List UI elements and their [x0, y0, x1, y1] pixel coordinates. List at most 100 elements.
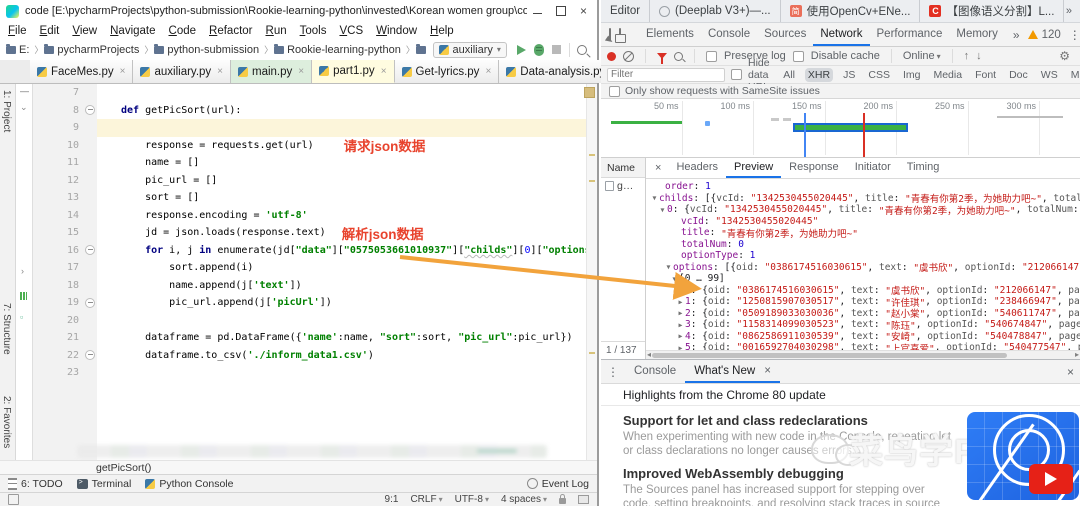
editor-scrollbar[interactable] — [584, 84, 597, 460]
filter-chip-xhr[interactable]: XHR — [804, 67, 834, 82]
menu-item-help[interactable]: Help — [430, 25, 454, 37]
fold-marker[interactable] — [85, 350, 95, 361]
breadcrumb-context-bar[interactable]: getPicSort() — [0, 460, 597, 474]
run-configuration-select[interactable]: auxiliary ▾ — [432, 41, 507, 58]
tab-close-icon[interactable]: × — [485, 66, 491, 77]
tab-overflow[interactable]: » — [1066, 5, 1080, 17]
filter-chip-js[interactable]: JS — [840, 68, 858, 82]
name-column-header[interactable]: Name — [601, 158, 645, 178]
filter-chip-img[interactable]: Img — [900, 68, 924, 82]
request-row[interactable]: g… — [601, 178, 645, 193]
menu-item-run[interactable]: Run — [266, 25, 287, 37]
breadcrumb-item[interactable]: python-submission — [154, 43, 259, 56]
tree-toggle-icon[interactable]: ▶ — [676, 321, 685, 329]
project-panel-collapsed[interactable]: — ⌄ › ▫ — [16, 84, 33, 460]
breadcrumb-item[interactable]: pycharmProjects — [44, 43, 139, 56]
warnings-badge[interactable]: 120 — [1027, 29, 1061, 41]
search-everywhere-button[interactable] — [576, 42, 589, 58]
indent-select[interactable]: 4 spaces ▾ — [501, 494, 547, 505]
menu-item-view[interactable]: View — [72, 25, 97, 37]
json-preview[interactable]: order: 1 ▼ childs: [{vcId: "13425304550204… — [646, 179, 1080, 350]
restore-windows-icon[interactable] — [8, 494, 19, 505]
menu-item-file[interactable]: File — [8, 25, 27, 37]
import-har-icon[interactable]: ↑ — [964, 50, 970, 62]
tab-close-icon[interactable]: × — [298, 66, 304, 77]
fold-marker[interactable] — [85, 245, 95, 256]
filter-chip-font[interactable]: Font — [972, 68, 999, 82]
sidebar-item-project[interactable]: 1: Project — [1, 90, 12, 132]
breadcrumb-item[interactable]: E: — [6, 43, 29, 56]
editor-tab-main-py[interactable]: main.py × — [231, 60, 313, 83]
menu-item-code[interactable]: Code — [169, 25, 197, 37]
run-button[interactable] — [515, 42, 528, 58]
disable-cache-checkbox[interactable] — [792, 50, 804, 62]
scroll-right-icon[interactable]: ▸ — [1075, 350, 1079, 359]
tree-toggle-icon[interactable]: ▼ — [658, 206, 667, 214]
close-detail-icon[interactable]: × — [648, 162, 668, 174]
inspections-indicator[interactable] — [584, 87, 595, 98]
tree-toggle-icon[interactable]: ▶ — [676, 298, 685, 306]
tree-toggle-icon[interactable]: ▶ — [676, 286, 685, 294]
devtools-tab-console[interactable]: Console — [701, 23, 757, 46]
detail-tab-headers[interactable]: Headers — [668, 158, 726, 178]
devtools-tab-memory[interactable]: Memory — [949, 23, 1005, 46]
breadcrumb-item[interactable]: Youthwiithyou — [415, 43, 427, 56]
search-icon[interactable] — [674, 51, 683, 61]
browser-tab[interactable]: 简使用OpenCv+ENe... — [781, 0, 921, 22]
devtools-tab-performance[interactable]: Performance — [870, 23, 950, 46]
line-ending-select[interactable]: CRLF ▾ — [410, 494, 442, 505]
debug-button[interactable] — [532, 42, 545, 58]
filter-chip-doc[interactable]: Doc — [1006, 68, 1031, 82]
hide-panel-icon[interactable]: — — [20, 86, 29, 96]
tree-toggle-icon[interactable]: ▼ — [670, 275, 679, 283]
browser-tab[interactable]: (Deeplab V3+)—... — [650, 0, 781, 22]
editor-tab-get-lyrics-py[interactable]: Get-lyrics.py × — [394, 60, 500, 83]
drawer-tab-what-s-new[interactable]: What's New × — [685, 360, 780, 383]
browser-tab[interactable]: Editor — [601, 0, 651, 22]
throttling-select[interactable]: Online ▾ — [903, 50, 941, 62]
filter-chip-css[interactable]: CSS — [865, 68, 893, 82]
record-icon[interactable] — [607, 51, 616, 61]
minimize-button[interactable] — [532, 13, 542, 15]
devtools-tab-elements[interactable]: Elements — [639, 23, 701, 46]
detail-tab-response[interactable]: Response — [781, 158, 847, 178]
editor-tab-auxiliary-py[interactable]: auxiliary.py × — [133, 60, 231, 83]
tab-close-icon[interactable]: × — [381, 66, 387, 77]
samesite-checkbox[interactable] — [609, 85, 620, 97]
device-toolbar-icon[interactable] — [615, 27, 626, 43]
menu-item-navigate[interactable]: Navigate — [110, 25, 155, 37]
tree-toggle-icon[interactable]: ▶ — [676, 309, 685, 317]
drawer-menu-icon[interactable]: ⋮ — [601, 365, 625, 379]
tab-close-icon[interactable]: × — [764, 365, 771, 377]
detail-tab-timing[interactable]: Timing — [899, 158, 948, 178]
menu-item-tools[interactable]: Tools — [300, 25, 327, 37]
detail-tab-preview[interactable]: Preview — [726, 158, 782, 178]
menu-item-refactor[interactable]: Refactor — [209, 25, 252, 37]
breadcrumb-item[interactable]: Rookie-learning-python — [274, 43, 401, 56]
event-log-button[interactable]: Event Log — [526, 478, 589, 490]
sidebar-item-favorites[interactable]: 2: Favorites — [1, 396, 12, 448]
todo-button[interactable]: 6: TODO — [8, 477, 63, 490]
drawer-tab-console[interactable]: Console — [625, 360, 685, 383]
filter-chip-manifest[interactable]: Manifest — [1068, 68, 1080, 82]
tree-toggle-icon[interactable]: ▼ — [664, 263, 673, 271]
python-console-button[interactable]: Python Console — [145, 478, 233, 490]
terminal-button[interactable]: Terminal — [76, 478, 131, 490]
stop-button[interactable] — [550, 42, 563, 58]
inspections-profile-icon[interactable] — [578, 495, 589, 504]
export-har-icon[interactable]: ↓ — [976, 50, 982, 62]
fold-marker[interactable] — [85, 297, 95, 308]
filter-chip-all[interactable]: All — [780, 68, 798, 82]
devtools-menu-icon[interactable]: ⋮ — [1063, 28, 1080, 42]
tree-toggle-icon[interactable]: ▶ — [676, 332, 685, 340]
preserve-log-checkbox[interactable] — [706, 50, 717, 62]
lock-icon[interactable] — [559, 494, 566, 504]
detail-tab-initiator[interactable]: Initiator — [847, 158, 899, 178]
close-button[interactable]: × — [580, 5, 587, 17]
menu-item-vcs[interactable]: VCS — [339, 25, 363, 37]
devtools-tab-sources[interactable]: Sources — [757, 23, 813, 46]
devtools-tab-network[interactable]: Network — [813, 23, 870, 46]
caret-position[interactable]: 9:1 — [385, 494, 399, 505]
editor-tab-part1-py[interactable]: part1.py × — [312, 60, 395, 83]
maximize-button[interactable] — [555, 6, 566, 16]
